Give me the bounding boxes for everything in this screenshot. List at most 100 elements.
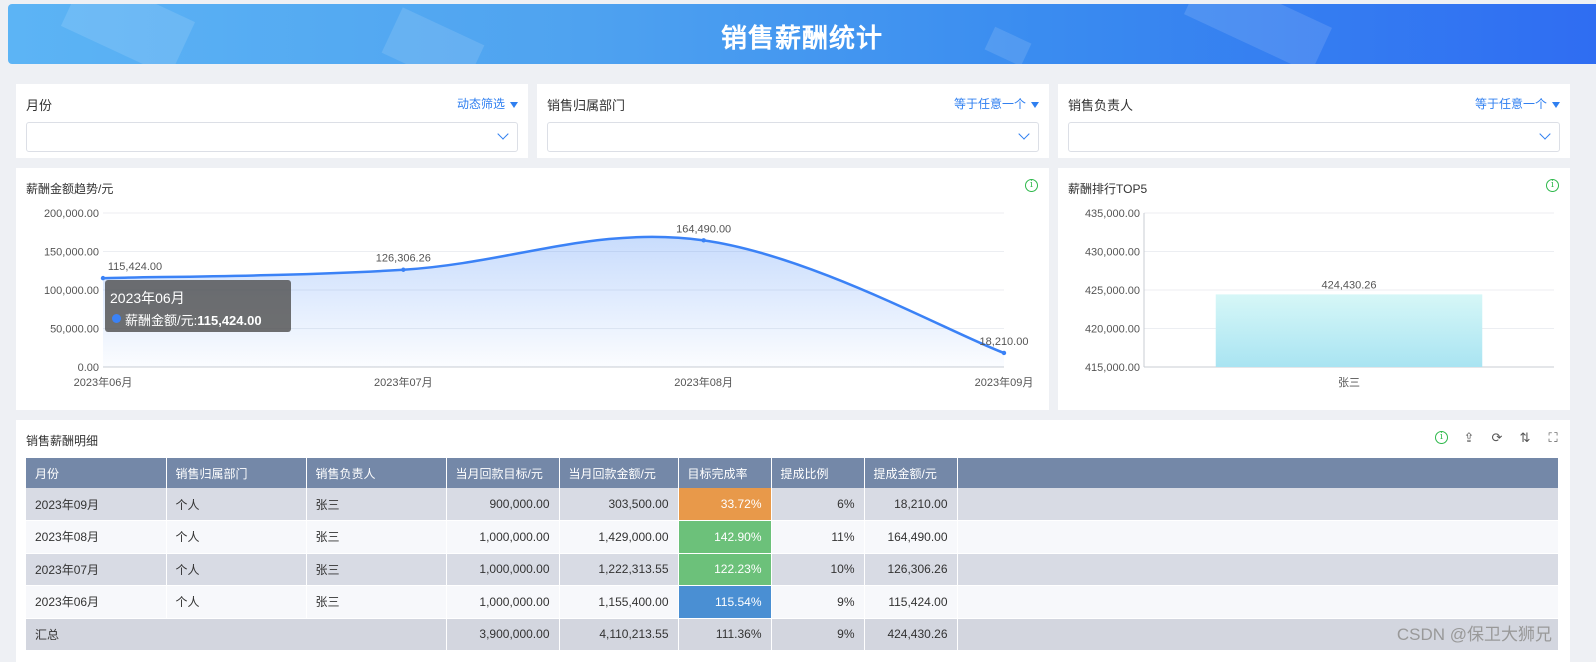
data-point <box>401 267 406 272</box>
cell-commission: 164,490.00 <box>864 520 958 554</box>
cell-owner: 张三 <box>306 585 447 619</box>
y-tick-label: 420,000.00 <box>1085 324 1140 336</box>
top5-bar-chart[interactable]: 415,000.00 420,000.00 425,000.00 430,000.00… <box>1058 168 1570 410</box>
cell-amount: 1,222,313.55 <box>559 553 679 586</box>
cell-amount: 1,155,400.00 <box>559 585 679 619</box>
cell-target: 1,000,000.00 <box>446 553 560 586</box>
cell-total-amount: 4,110,213.55 <box>559 618 679 651</box>
x-tick-label: 2023年06月 <box>74 375 133 389</box>
column-header[interactable]: 销售归属部门 <box>166 458 307 488</box>
x-tick-label: 2023年09月 <box>975 375 1034 389</box>
column-header[interactable]: 月份 <box>26 458 167 488</box>
cell-month: 2023年06月 <box>26 585 167 619</box>
column-header[interactable]: 提成金额/元 <box>864 458 958 488</box>
cell-commission: 126,306.26 <box>864 553 958 586</box>
cell-dept: 个人 <box>166 488 307 521</box>
y-tick-label: 430,000.00 <box>1085 247 1140 259</box>
cell-owner: 张三 <box>306 520 447 554</box>
filter-mode-dropdown[interactable]: 等于任意一个 <box>1475 95 1560 112</box>
cell-total-target: 3,900,000.00 <box>446 618 560 651</box>
column-header-empty <box>957 458 1559 488</box>
cell-owner: 张三 <box>306 553 447 586</box>
cell-total-commission: 424,430.26 <box>864 618 958 651</box>
tooltip-title: 2023年06月 <box>110 290 185 306</box>
cell-ratio: 11% <box>771 520 865 554</box>
y-tick-label: 150,000.00 <box>44 247 99 259</box>
data-point <box>1001 350 1007 356</box>
cell-commission: 115,424.00 <box>864 585 958 619</box>
filter-owner: 销售负责人 等于任意一个 <box>1058 84 1570 158</box>
cell-dept: 个人 <box>166 520 307 554</box>
cell-commission: 18,210.00 <box>864 488 958 521</box>
export-icon[interactable]: ⇪ <box>1462 431 1476 445</box>
cell-amount: 303,500.00 <box>559 488 679 521</box>
cell-target: 1,000,000.00 <box>446 520 560 554</box>
data-label: 164,490.00 <box>676 223 731 235</box>
chevron-down-icon <box>1539 128 1551 140</box>
cell-total-label: 汇总 <box>26 618 447 651</box>
x-tick-label: 2023年08月 <box>674 375 733 389</box>
refresh-icon[interactable]: ⟳ <box>1490 431 1504 445</box>
y-tick-label: 435,000.00 <box>1085 208 1140 220</box>
data-label: 126,306.26 <box>376 253 431 265</box>
cell-empty <box>957 520 1559 554</box>
cell-ratio: 6% <box>771 488 865 521</box>
column-header[interactable]: 当月回款目标/元 <box>446 458 560 488</box>
x-tick-label: 张三 <box>1338 376 1360 389</box>
fullscreen-icon[interactable]: ⛶ <box>1546 431 1560 445</box>
cell-owner: 张三 <box>306 488 447 521</box>
sort-icon[interactable]: ⇅ <box>1518 431 1532 445</box>
bar <box>1215 294 1483 367</box>
data-label: 18,210.00 <box>980 336 1029 348</box>
data-point <box>701 238 706 243</box>
cell-target: 900,000.00 <box>446 488 560 521</box>
table-toolbar: i ⇪ ⟳ ⇅ ⛶ <box>1435 431 1560 445</box>
salary-detail-table: 月份 销售归属部门 销售负责人 当月回款目标/元 当月回款金额/元 目标完成率 … <box>26 458 1559 651</box>
cell-month: 2023年09月 <box>26 488 167 521</box>
column-header[interactable]: 提成比例 <box>771 458 865 488</box>
data-label: 115,424.00 <box>108 261 162 273</box>
table-row[interactable]: 2023年07月 个人 张三 1,000,000.00 1,222,313.55… <box>26 553 1559 586</box>
cell-rate: 122.23% <box>678 553 772 586</box>
series-dot-icon <box>112 314 121 323</box>
cell-target: 1,000,000.00 <box>446 585 560 619</box>
owner-select[interactable] <box>1068 122 1560 152</box>
y-tick-label: 200,000.00 <box>44 208 99 220</box>
cell-rate: 33.72% <box>678 488 772 521</box>
y-tick-label: 415,000.00 <box>1085 362 1140 374</box>
table-total-row: 汇总 3,900,000.00 4,110,213.55 111.36% 9% … <box>26 618 1559 651</box>
table-row[interactable]: 2023年08月 个人 张三 1,000,000.00 1,429,000.00… <box>26 520 1559 554</box>
tooltip-row: 薪酬金额/元:115,424.00 <box>125 313 262 328</box>
y-tick-label: 425,000.00 <box>1085 285 1140 297</box>
column-header[interactable]: 目标完成率 <box>678 458 772 488</box>
cell-month: 2023年07月 <box>26 553 167 586</box>
cell-amount: 1,429,000.00 <box>559 520 679 554</box>
column-header[interactable]: 销售负责人 <box>306 458 447 488</box>
cell-dept: 个人 <box>166 553 307 586</box>
table-header-row: 月份 销售归属部门 销售负责人 当月回款目标/元 当月回款金额/元 目标完成率 … <box>26 458 1559 488</box>
y-tick-label: 100,000.00 <box>44 285 99 297</box>
filter-label: 销售负责人 <box>1068 98 1134 113</box>
cell-empty <box>957 488 1559 521</box>
data-label: 424,430.26 <box>1321 279 1376 291</box>
cell-rate: 115.54% <box>678 585 772 619</box>
detail-table-panel: 销售薪酬明细 i ⇪ ⟳ ⇅ ⛶ 月份 销售归属部门 销售负责人 当月回款目标/… <box>16 420 1570 662</box>
info-icon[interactable]: i <box>1435 431 1448 444</box>
table-row[interactable]: 2023年06月 个人 张三 1,000,000.00 1,155,400.00… <box>26 585 1559 619</box>
cell-ratio: 10% <box>771 553 865 586</box>
cell-ratio: 9% <box>771 585 865 619</box>
watermark: CSDN @保卫大狮兄 <box>1396 625 1552 644</box>
cell-empty <box>957 553 1559 586</box>
detail-table-title: 销售薪酬明细 <box>26 434 99 448</box>
cell-rate: 142.90% <box>678 520 772 554</box>
y-tick-label: 0.00 <box>78 362 99 374</box>
data-point <box>100 275 106 281</box>
cell-empty <box>957 585 1559 619</box>
cell-total-rate: 111.36% <box>678 618 772 651</box>
x-tick-label: 2023年07月 <box>374 375 433 389</box>
cell-dept: 个人 <box>166 585 307 619</box>
trend-area-chart[interactable]: 0.00 50,000.00 100,000.00 150,000.00 200,000… <box>0 0 1050 410</box>
table-row[interactable]: 2023年09月 个人 张三 900,000.00 303,500.00 33.… <box>26 488 1559 521</box>
y-tick-label: 50,000.00 <box>50 324 99 336</box>
column-header[interactable]: 当月回款金额/元 <box>559 458 679 488</box>
